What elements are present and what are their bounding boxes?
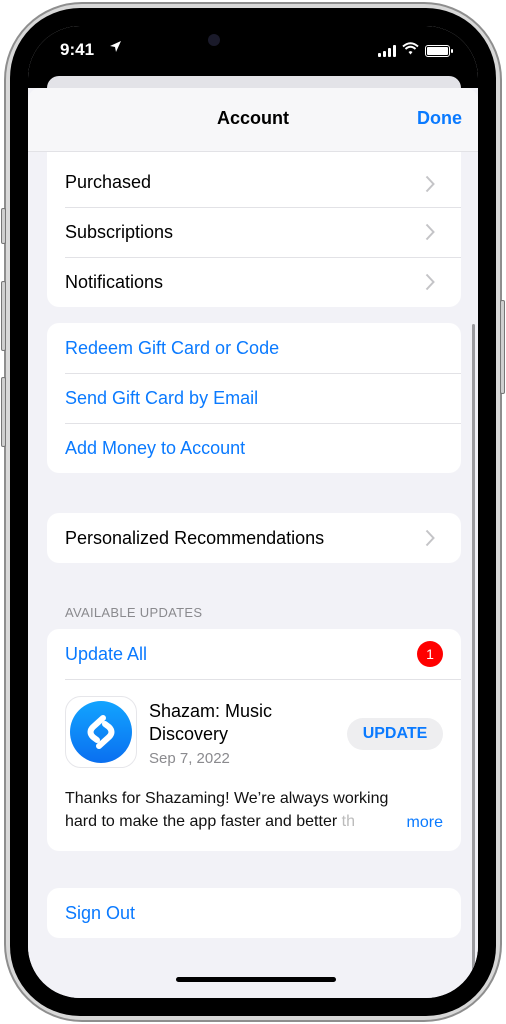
done-button[interactable]: Done <box>417 108 462 129</box>
navigation-bar: Account Done <box>28 88 478 152</box>
personalized-recommendations-label: Personalized Recommendations <box>65 527 325 548</box>
update-all-row[interactable]: Update All 1 <box>47 629 461 679</box>
vertical-scrollbar[interactable] <box>472 324 475 974</box>
subscriptions-label: Subscriptions <box>65 221 174 242</box>
updates-group: Update All 1 Shazam: Music Discovery Sep… <box>47 629 461 851</box>
screen: 9:41 Account Done Purchased Subscription… <box>28 26 478 998</box>
subscriptions-row[interactable]: Subscriptions <box>47 207 461 257</box>
sign-out-label: Sign Out <box>65 902 136 923</box>
redeem-gift-card-label: Redeem Gift Card or Code <box>65 337 280 358</box>
battery-icon <box>425 45 453 57</box>
update-count-badge: 1 <box>417 641 443 667</box>
chevron-right-icon <box>425 175 443 193</box>
account-group: Purchased Subscriptions Notifications <box>47 133 461 307</box>
power-button <box>500 300 505 394</box>
release-notes-text: hard to make the app faster and better <box>65 813 342 830</box>
notifications-label: Notifications <box>65 271 164 292</box>
cellular-signal-icon <box>378 45 396 57</box>
send-gift-card-label: Send Gift Card by Email <box>65 387 259 408</box>
add-money-label: Add Money to Account <box>65 437 246 458</box>
chevron-right-icon <box>425 529 443 547</box>
release-notes-fade: th <box>341 813 355 830</box>
location-arrow-icon <box>109 40 122 57</box>
gift-card-group: Redeem Gift Card or Code Send Gift Card … <box>47 323 461 473</box>
sign-out-group: Sign Out <box>47 888 461 938</box>
more-link[interactable]: more <box>398 811 443 834</box>
page-title: Account <box>217 108 289 128</box>
notifications-row[interactable]: Notifications <box>47 257 461 307</box>
available-updates-header: AVAILABLE UPDATES <box>65 605 203 620</box>
account-sheet: Account Done Purchased Subscriptions Not… <box>28 88 478 998</box>
volume-down-button <box>1 377 6 447</box>
recommendations-group: Personalized Recommendations <box>47 513 461 563</box>
personalized-recommendations-row[interactable]: Personalized Recommendations <box>47 513 461 563</box>
release-notes-line-1: Thanks for Shazaming! We’re always worki… <box>65 790 389 807</box>
update-button[interactable]: UPDATE <box>347 718 443 750</box>
redeem-gift-card-row[interactable]: Redeem Gift Card or Code <box>47 323 461 373</box>
app-update-item[interactable]: Shazam: Music Discovery Sep 7, 2022 UPDA… <box>65 679 461 779</box>
purchased-label: Purchased <box>65 171 152 192</box>
status-indicators <box>378 42 453 60</box>
app-name: Shazam: Music Discovery <box>149 701 273 744</box>
shazam-app-icon[interactable] <box>65 696 137 768</box>
status-time: 9:41 <box>60 40 95 59</box>
chevron-right-icon <box>425 223 443 241</box>
release-notes-line-2: hard to make the app faster and better t… <box>65 810 443 833</box>
home-indicator[interactable] <box>176 977 336 982</box>
wifi-icon <box>402 42 419 60</box>
update-all-label: Update All <box>65 643 148 664</box>
chevron-right-icon <box>425 273 443 291</box>
app-update-date: Sep 7, 2022 <box>149 750 230 767</box>
volume-up-button <box>1 281 6 351</box>
app-release-notes: Thanks for Shazaming! We’re always worki… <box>47 779 461 851</box>
send-gift-card-row[interactable]: Send Gift Card by Email <box>47 373 461 423</box>
action-button <box>1 208 6 244</box>
sign-out-row[interactable]: Sign Out <box>47 888 461 938</box>
front-camera <box>208 34 220 46</box>
add-money-row[interactable]: Add Money to Account <box>47 423 461 473</box>
